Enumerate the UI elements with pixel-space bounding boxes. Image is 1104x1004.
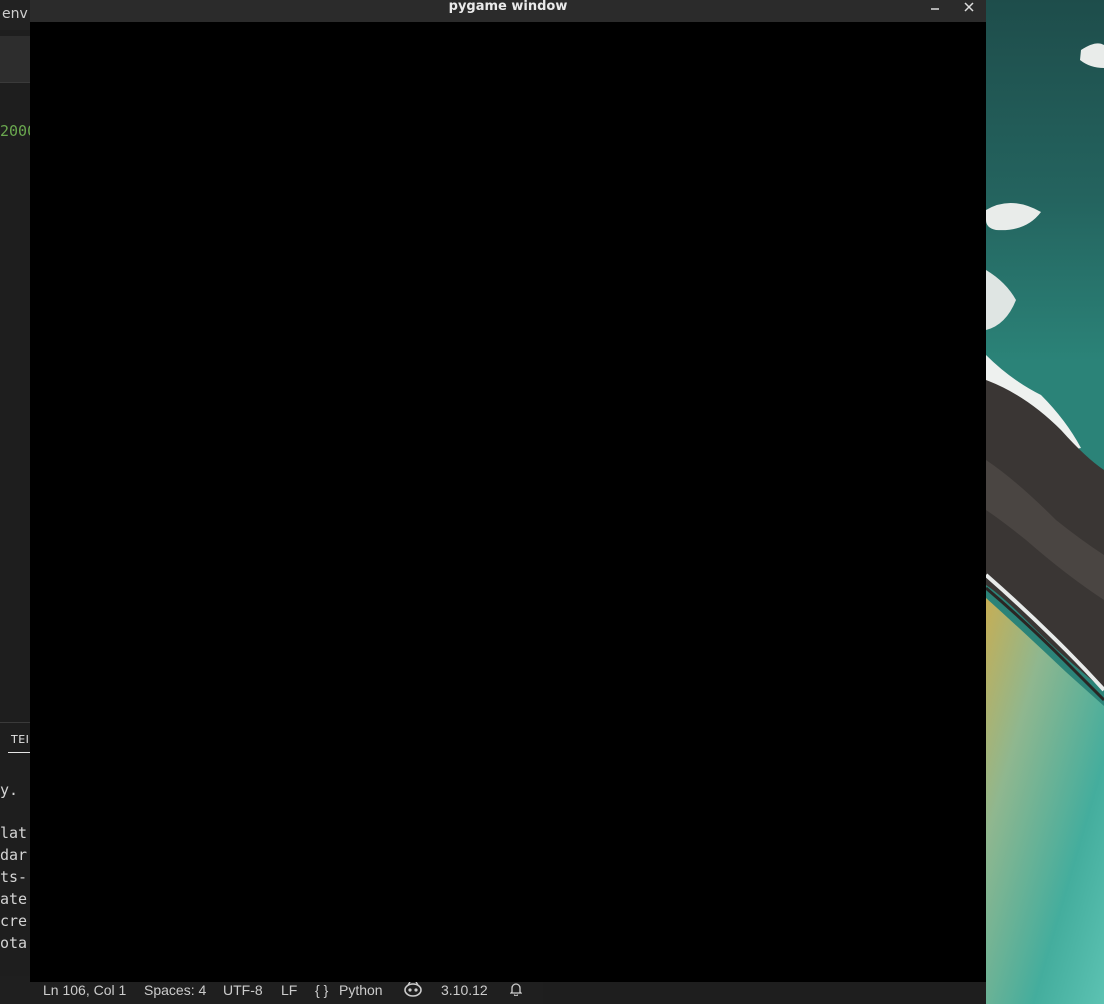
status-cursor-position[interactable]: Ln 106, Col 1 [43,982,126,998]
vscode-panel-tab-underline [8,752,30,753]
vscode-panel-tab-terminal[interactable]: TEI [11,733,29,746]
vscode-tab-env[interactable]: env [2,6,28,22]
status-indentation[interactable]: Spaces: 4 [144,982,206,998]
terminal-line: lat [0,824,28,842]
pygame-window-title: pygame window [448,0,568,14]
status-language[interactable]: Python [339,982,383,998]
status-encoding[interactable]: UTF-8 [223,982,263,998]
pygame-canvas[interactable] [30,22,986,982]
terminal-line: ate [0,890,28,908]
status-language-braces-icon: { } [315,982,329,998]
terminal-line: dar [0,846,28,864]
pygame-titlebar[interactable]: pygame window [30,0,986,23]
copilot-icon[interactable] [404,981,422,1000]
desktop-wallpaper [986,0,1104,1004]
vscode-editor-area[interactable] [0,96,30,720]
close-icon[interactable] [960,0,978,14]
status-python-version[interactable]: 3.10.12 [441,982,488,998]
terminal-line: cre [0,912,28,930]
terminal-line: ota [0,934,28,952]
wallpaper-image [986,0,1104,1004]
status-eol[interactable]: LF [281,982,297,998]
bell-icon[interactable] [509,983,523,997]
terminal-line: ts- [0,868,28,886]
terminal-line: y. [0,781,19,799]
minimize-icon[interactable] [926,0,944,14]
